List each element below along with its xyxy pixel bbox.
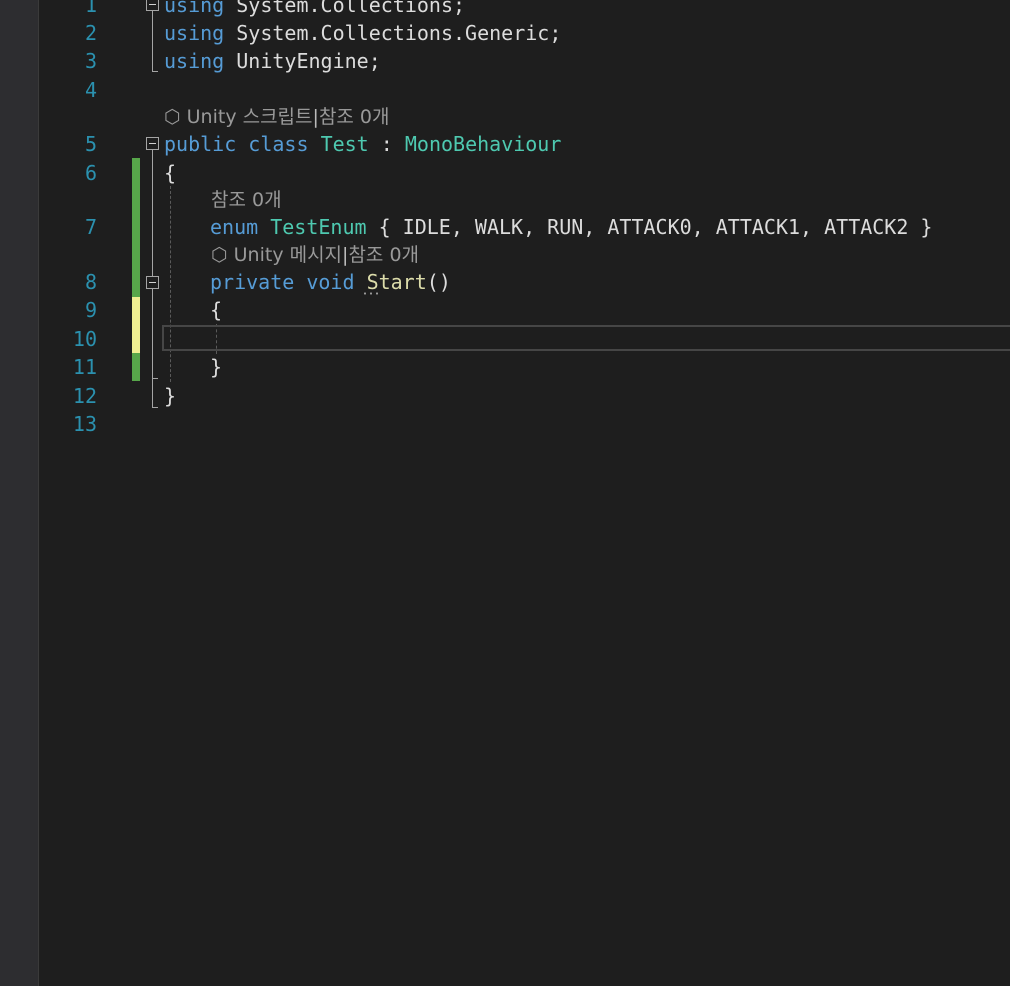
code-line-11[interactable]: } xyxy=(210,353,222,381)
fold-end xyxy=(152,71,158,72)
indent-guide xyxy=(170,186,171,382)
fold-end xyxy=(152,407,158,408)
line-number: 6 xyxy=(84,161,97,185)
code-line-3[interactable]: using UnityEngine; xyxy=(164,47,381,75)
suggestion-dots[interactable] xyxy=(362,292,382,295)
method-name: Start xyxy=(366,270,427,294)
line-number: 8 xyxy=(84,270,97,294)
line-number: 13 xyxy=(72,412,97,436)
change-bar-saved xyxy=(132,353,140,381)
keyword: public xyxy=(164,132,237,156)
code-line-8[interactable]: private void Start() xyxy=(210,268,451,296)
fold-line xyxy=(152,11,153,71)
line-number: 3 xyxy=(84,49,97,73)
code-text: UnityEngine; xyxy=(224,49,381,73)
unity-icon: ⬡ xyxy=(211,244,228,266)
line-number: 10 xyxy=(72,327,97,351)
keyword: class xyxy=(248,132,309,156)
change-bar-unsaved xyxy=(132,297,140,353)
keyword: using xyxy=(164,49,225,73)
collapse-icon[interactable] xyxy=(146,137,159,150)
code-line-7[interactable]: enum TestEnum { IDLE, WALK, RUN, ATTACK0… xyxy=(210,213,932,241)
code-line-12[interactable]: } xyxy=(164,382,176,410)
keyword: void xyxy=(306,270,355,294)
line-number: 4 xyxy=(84,78,97,102)
code-line-6[interactable]: { xyxy=(164,159,176,187)
enum-name: TestEnum xyxy=(270,215,367,239)
line-number: 12 xyxy=(72,384,97,408)
line-number: 11 xyxy=(72,355,97,379)
code-line-1[interactable]: using System.Collections; xyxy=(164,0,465,19)
codelens-references[interactable]: 참조 0개 xyxy=(319,106,390,128)
codelens-unity-script[interactable]: Unity 스크립트 xyxy=(187,106,313,128)
code-text: System.Collections.Generic; xyxy=(224,21,562,45)
open-brace: { xyxy=(164,161,177,185)
change-bar-saved xyxy=(132,158,140,298)
line-number: 7 xyxy=(84,215,97,239)
code-text: () xyxy=(426,270,451,294)
collapse-icon[interactable] xyxy=(146,276,159,289)
code-line-2[interactable]: using System.Collections.Generic; xyxy=(164,19,561,47)
keyword: enum xyxy=(210,215,259,239)
open-brace: { xyxy=(210,298,223,322)
close-brace: } xyxy=(210,355,223,379)
line-number: 2 xyxy=(84,21,97,45)
unity-icon: ⬡ xyxy=(164,106,181,128)
line-number: 9 xyxy=(84,298,97,322)
fold-line xyxy=(152,289,153,378)
codelens-references[interactable]: 참조 0개 xyxy=(211,189,282,211)
base-class-name: MonoBehaviour xyxy=(404,132,562,156)
line-number: 5 xyxy=(84,132,97,156)
fold-end xyxy=(152,378,158,379)
codelens-unity-message[interactable]: Unity 메시지 xyxy=(234,244,342,266)
code-text: { IDLE, WALK, RUN, ATTACK0, ATTACK1, ATT… xyxy=(366,215,933,239)
code-text: System.Collections; xyxy=(224,0,466,17)
codelens-class[interactable]: ⬡ Unity 스크립트|참조 0개 xyxy=(164,104,390,130)
codelens-start[interactable]: ⬡ Unity 메시지|참조 0개 xyxy=(211,242,419,268)
code-line-5[interactable]: public class Test : MonoBehaviour xyxy=(164,130,561,158)
keyword: private xyxy=(210,270,295,294)
keyword: using xyxy=(164,0,225,17)
codelens-references[interactable]: 참조 0개 xyxy=(348,244,419,266)
code-line-9[interactable]: { xyxy=(210,296,222,324)
code-text: : xyxy=(368,132,405,156)
codelens-enum[interactable]: 참조 0개 xyxy=(211,187,282,213)
collapse-icon[interactable] xyxy=(146,0,159,11)
keyword: using xyxy=(164,21,225,45)
line-number: 1 xyxy=(84,0,97,17)
class-name: Test xyxy=(320,132,369,156)
current-line-highlight xyxy=(162,325,1010,351)
close-brace: } xyxy=(164,384,177,408)
left-tool-strip xyxy=(0,0,39,986)
